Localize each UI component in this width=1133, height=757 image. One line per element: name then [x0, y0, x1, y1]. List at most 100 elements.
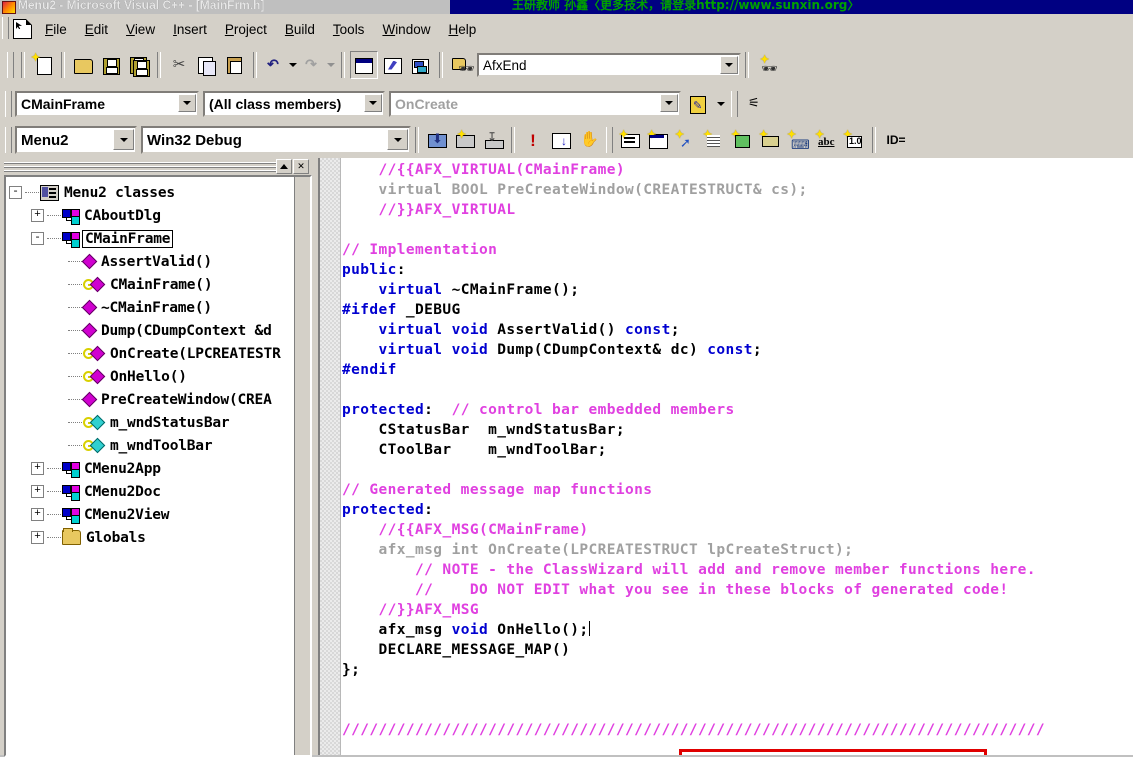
project-combo-chevron-down-icon[interactable]: [113, 129, 134, 150]
workspace-icon[interactable]: [350, 51, 378, 79]
menu-item-view[interactable]: View: [117, 18, 164, 41]
new-bitmap-resource-icon[interactable]: ✦: [729, 127, 755, 153]
config-combo-chevron-down-icon[interactable]: [387, 129, 408, 150]
tree-item[interactable]: PreCreateWindow(CREA: [9, 388, 293, 411]
tree-expand-icon[interactable]: +: [31, 485, 44, 498]
tree-item[interactable]: CMainFrame(): [9, 273, 293, 296]
find-in-files-icon[interactable]: 🕶: [448, 52, 475, 78]
redo-dropdown-icon[interactable]: [324, 52, 336, 78]
wizard-chevron-down-icon[interactable]: [713, 91, 727, 117]
member-combo-chevron-down-icon[interactable]: [660, 94, 678, 112]
wizard-action-icon[interactable]: ✎: [685, 91, 711, 117]
insert-breakpoint-icon[interactable]: ✋: [576, 127, 602, 153]
window-list-icon[interactable]: [408, 52, 434, 78]
class-view-tree-panel[interactable]: - Menu2 classes + CAboutDlg - CMainFrame Asser…: [4, 175, 312, 757]
menu-item-tools[interactable]: Tools: [324, 18, 374, 41]
cut-icon[interactable]: ✂: [166, 52, 192, 78]
filter-combo[interactable]: [203, 91, 385, 117]
standard-toolbar-grip[interactable]: [7, 52, 14, 78]
find-input[interactable]: [479, 55, 739, 75]
workspace-close-button[interactable]: ✕: [293, 159, 309, 174]
menu-item-build[interactable]: Build: [276, 18, 324, 41]
tree-item-label: OnCreate(LPCREATESTR: [110, 345, 281, 362]
tree-item[interactable]: - Menu2 classes: [9, 181, 293, 204]
menu-item-edit[interactable]: Edit: [76, 18, 117, 41]
menu-item-window[interactable]: Window: [373, 18, 439, 41]
menu-item-project[interactable]: Project: [216, 18, 276, 41]
copy-icon[interactable]: [194, 52, 220, 78]
code-editor[interactable]: //{{AFX_VIRTUAL(CMainFrame) virtual BOOL…: [318, 158, 1133, 755]
tree-item[interactable]: + CMenu2App: [9, 457, 293, 480]
new-text-file-icon[interactable]: ✦: [30, 52, 56, 78]
tree-item[interactable]: AssertValid(): [9, 250, 293, 273]
editor-code-text[interactable]: //{{AFX_VIRTUAL(CMainFrame) virtual BOOL…: [342, 158, 1133, 755]
save-all-icon[interactable]: [126, 52, 152, 78]
project-combo[interactable]: [15, 126, 137, 154]
new-dialog-resource-icon[interactable]: ✦: [617, 127, 643, 153]
new-version-resource-icon[interactable]: ✦ 1.0: [841, 127, 867, 153]
tree-item[interactable]: + Globals: [9, 526, 293, 549]
tree-item[interactable]: OnHello(): [9, 365, 293, 388]
new-menu-resource-icon[interactable]: ✦: [645, 127, 671, 153]
tree-item[interactable]: ~CMainFrame(): [9, 296, 293, 319]
tree-expand-icon[interactable]: +: [31, 462, 44, 475]
member-combo[interactable]: [389, 91, 681, 117]
redo-icon[interactable]: ↷: [300, 52, 322, 78]
save-icon[interactable]: [98, 52, 124, 78]
find-combo-chevron-down-icon[interactable]: [720, 56, 738, 74]
wizardbar-grip[interactable]: [5, 91, 12, 117]
menu-item-help[interactable]: Help: [439, 18, 485, 41]
class-view-vertical-scrollbar[interactable]: [294, 177, 310, 755]
wizardbar-grip-2[interactable]: [731, 91, 738, 117]
tree-expand-icon[interactable]: +: [31, 531, 44, 544]
execute-program-icon[interactable]: !: [520, 127, 546, 153]
new-toolbar-resource-icon[interactable]: ✦: [757, 127, 783, 153]
properties-icon[interactable]: ⚟: [742, 91, 768, 117]
tree-item[interactable]: m_wndToolBar: [9, 434, 293, 457]
tree-item[interactable]: - CMainFrame: [9, 227, 293, 250]
tree-expand-icon[interactable]: +: [31, 508, 44, 521]
filter-combo-input[interactable]: [205, 94, 383, 114]
find-combo[interactable]: [477, 53, 741, 77]
tree-item[interactable]: OnCreate(LPCREATESTR: [9, 342, 293, 365]
class-combo-chevron-down-icon[interactable]: [178, 94, 196, 112]
filter-combo-chevron-down-icon[interactable]: [364, 94, 382, 112]
tree-connector: [47, 467, 61, 470]
tree-collapse-icon[interactable]: -: [9, 186, 22, 199]
config-combo-input[interactable]: [143, 130, 409, 150]
go-icon[interactable]: ↓: [548, 127, 574, 153]
build-toolbar-grip[interactable]: [5, 127, 12, 153]
code-token: // Generated message map functions: [342, 482, 653, 498]
menu-item-file[interactable]: File: [36, 18, 76, 41]
output-icon[interactable]: [380, 52, 406, 78]
new-cursor-resource-icon[interactable]: ✦ ➚: [673, 127, 699, 153]
config-combo[interactable]: [141, 126, 411, 154]
tree-item[interactable]: + CAboutDlg: [9, 204, 293, 227]
tree-collapse-icon[interactable]: -: [31, 232, 44, 245]
new-icon-resource-icon[interactable]: ✦: [701, 127, 727, 153]
compile-icon[interactable]: ⬇: [424, 127, 450, 153]
new-accelerator-resource-icon[interactable]: ✦ ⌨: [785, 127, 811, 153]
class-combo[interactable]: [15, 91, 199, 117]
tree-item[interactable]: + CMenu2View: [9, 503, 293, 526]
tree-item[interactable]: Dump(CDumpContext &d: [9, 319, 293, 342]
stop-build-icon[interactable]: ↧: [480, 127, 506, 153]
new-string-resource-icon[interactable]: ✦ abc: [813, 127, 839, 153]
undo-icon[interactable]: ↶: [262, 52, 284, 78]
paste-icon[interactable]: [222, 52, 248, 78]
open-icon[interactable]: [70, 52, 96, 78]
document-control-icon[interactable]: [13, 19, 32, 39]
tree-expand-icon[interactable]: +: [31, 209, 44, 222]
editor-selection-margin[interactable]: [320, 158, 341, 755]
find-next-icon[interactable]: ✦ 🕶: [754, 52, 780, 78]
undo-dropdown-icon[interactable]: [286, 52, 298, 78]
workspace-minimize-button[interactable]: [276, 159, 292, 174]
tree-item[interactable]: m_wndStatusBar: [9, 411, 293, 434]
class-combo-input[interactable]: [17, 94, 197, 114]
resource-toolbar-grip[interactable]: [606, 127, 613, 153]
menu-item-insert[interactable]: Insert: [164, 18, 216, 41]
menu-bar-grip[interactable]: [2, 17, 9, 39]
member-combo-input[interactable]: [391, 94, 679, 114]
build-icon[interactable]: ✦: [452, 127, 478, 153]
tree-item[interactable]: + CMenu2Doc: [9, 480, 293, 503]
